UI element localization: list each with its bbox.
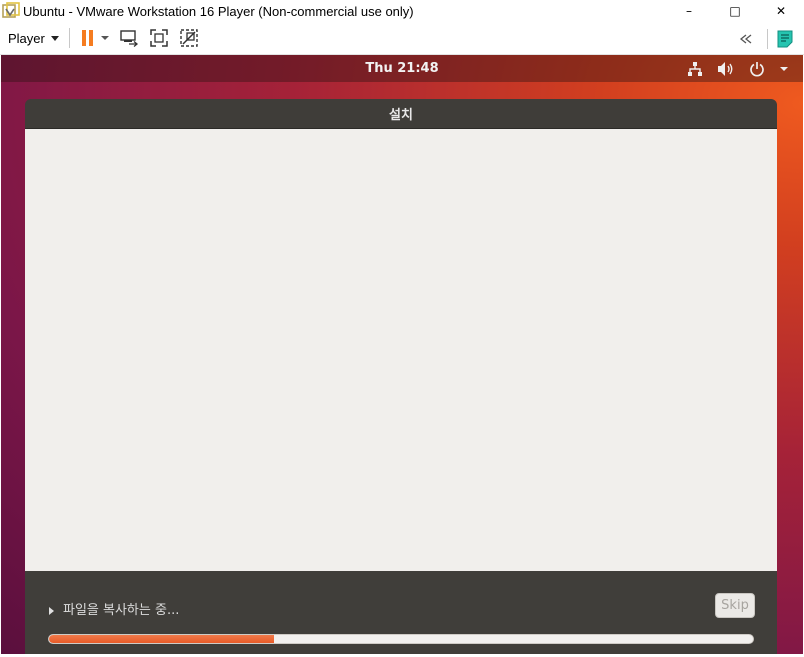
toolbar-divider	[68, 28, 70, 48]
unity-icon	[180, 29, 198, 47]
power-icon	[750, 61, 764, 77]
unity-button[interactable]	[176, 25, 202, 51]
vmware-toolbar: Player	[0, 22, 804, 55]
clock[interactable]: Thu 21:48	[365, 61, 438, 76]
full-screen-button[interactable]	[146, 25, 172, 51]
full-screen-icon	[150, 29, 168, 47]
send-ctrl-alt-del-icon	[120, 30, 138, 47]
network-icon	[688, 61, 702, 76]
player-menu-button[interactable]: Player	[8, 26, 59, 50]
installer-window: 설치 파일을 복사하는 중... Skip	[25, 99, 777, 657]
close-button[interactable]: ✕	[758, 0, 804, 22]
vmware-player-logo-icon	[2, 2, 20, 18]
toolbar-divider	[767, 28, 768, 49]
status-text: 파일을 복사하는 중...	[63, 603, 180, 618]
minimize-icon: –	[686, 4, 692, 18]
player-menu-label: Player	[8, 30, 45, 46]
expander-arrow-icon	[49, 606, 54, 615]
vm-guest-screen[interactable]: Thu 21:48 설치 파일을 복사하는 중... Skip	[1, 55, 803, 657]
maximize-icon: □	[729, 4, 741, 18]
installer-headerbar: 설치	[25, 99, 777, 129]
installer-title: 설치	[389, 108, 413, 123]
system-tray[interactable]	[687, 55, 789, 82]
pause-icon	[81, 30, 109, 46]
minimize-button[interactable]: –	[666, 0, 712, 22]
skip-button[interactable]: Skip	[715, 593, 755, 618]
window-title: Ubuntu - VMware Workstation 16 Player (N…	[23, 3, 414, 19]
status-expander[interactable]: 파일을 복사하는 중...	[49, 599, 179, 618]
collapse-toolbar-icon	[739, 33, 752, 44]
close-icon: ✕	[775, 4, 787, 18]
send-ctrl-alt-del-button[interactable]	[116, 25, 142, 51]
installer-footer: 파일을 복사하는 중... Skip	[25, 571, 777, 657]
pause-button[interactable]	[78, 25, 112, 51]
progress-bar	[48, 634, 754, 644]
chevron-down-icon	[780, 66, 788, 71]
installer-content-area	[25, 129, 777, 571]
volume-icon	[718, 61, 733, 76]
notes-button[interactable]	[772, 26, 798, 52]
gnome-top-bar: Thu 21:48	[1, 55, 803, 82]
progress-bar-fill	[49, 635, 275, 643]
chevron-down-icon	[50, 35, 59, 41]
collapse-toolbar-button[interactable]	[733, 26, 759, 52]
window-titlebar: Ubuntu - VMware Workstation 16 Player (N…	[0, 0, 804, 22]
maximize-button[interactable]: □	[712, 0, 758, 22]
notes-icon	[777, 30, 793, 47]
